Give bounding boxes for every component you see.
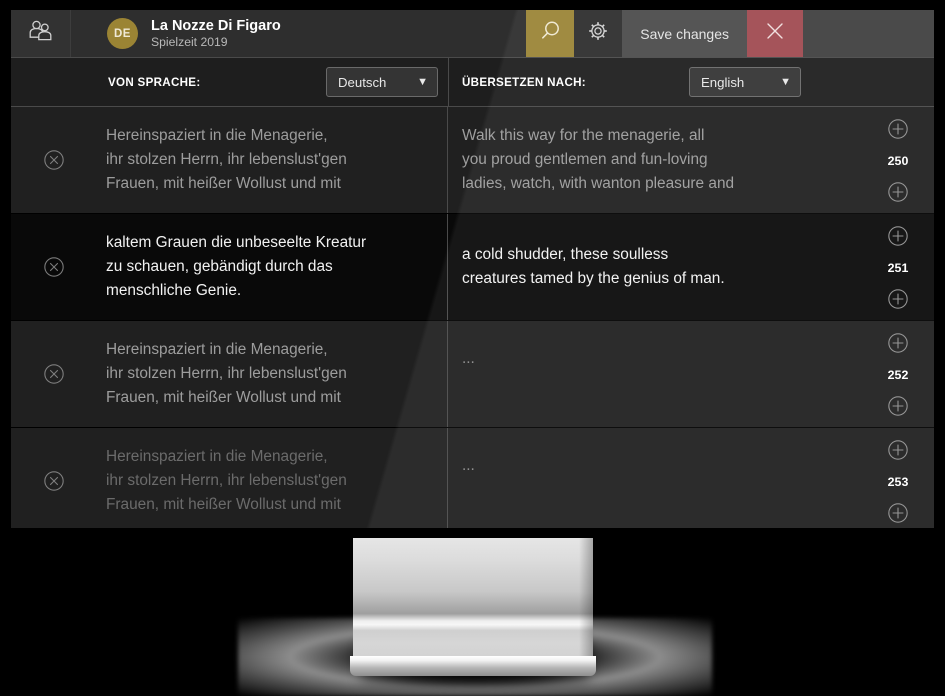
- close-button[interactable]: [747, 10, 803, 57]
- source-text: Hereinspaziert in die Menagerie, ihr stol…: [106, 127, 347, 192]
- save-button[interactable]: Save changes: [622, 10, 747, 57]
- add-row-above-button[interactable]: [887, 118, 909, 140]
- table-row[interactable]: Hereinspaziert in die Menagerie, ihr stol…: [11, 428, 934, 528]
- add-row-above-button[interactable]: [887, 439, 909, 461]
- users-icon: [28, 20, 54, 47]
- subtitle-row-list: Hereinspaziert in die Menagerie, ihr stol…: [11, 107, 934, 528]
- gear-icon: [586, 19, 610, 48]
- source-text-cell[interactable]: kaltem Grauen die unbeseelte Kreatur zu s…: [96, 214, 448, 320]
- users-button[interactable]: [11, 10, 71, 57]
- settings-button[interactable]: [574, 10, 623, 57]
- delete-row-button[interactable]: [11, 428, 96, 528]
- circle-x-icon: [43, 149, 65, 171]
- app-header: DE La Nozze Di Figaro Spielzeit 2019 Sav…: [11, 10, 934, 58]
- close-icon: [762, 18, 788, 49]
- language-bar: VON SPRACHE: Deutsch ▼ ÜBERSETZEN NACH: …: [11, 58, 934, 107]
- target-language-value: English: [701, 74, 745, 90]
- source-language-group: VON SPRACHE: Deutsch ▼: [11, 58, 448, 106]
- source-language-value: Deutsch: [338, 74, 387, 90]
- delete-row-button[interactable]: [11, 214, 96, 320]
- add-row-above-button[interactable]: [887, 225, 909, 247]
- target-text: a cold shudder, these soulless creatures …: [462, 246, 725, 287]
- row-tools: 251: [862, 214, 934, 320]
- stand-body: [353, 538, 593, 660]
- screenshot-stage: DE La Nozze Di Figaro Spielzeit 2019 Sav…: [0, 0, 945, 696]
- source-text-cell[interactable]: Hereinspaziert in die Menagerie, ihr stol…: [96, 428, 448, 528]
- circle-x-icon: [43, 363, 65, 385]
- target-text: Walk this way for the menagerie, all you …: [462, 127, 735, 192]
- chevron-down-icon: ▼: [780, 76, 791, 88]
- search-icon: [538, 19, 562, 48]
- target-text-cell[interactable]: Walk this way for the menagerie, all you …: [448, 107, 862, 213]
- title-text-group: La Nozze Di Figaro Spielzeit 2019: [151, 18, 281, 50]
- target-language-label: ÜBERSETZEN NACH:: [462, 75, 586, 89]
- target-text-cell[interactable]: a cold shudder, these soulless creatures …: [448, 214, 862, 320]
- add-row-below-button[interactable]: [887, 181, 909, 203]
- table-row[interactable]: Hereinspaziert in die Menagerie, ihr stol…: [11, 321, 934, 428]
- row-tools: 252: [862, 321, 934, 427]
- source-text-cell[interactable]: Hereinspaziert in die Menagerie, ihr stol…: [96, 107, 448, 213]
- row-number: 250: [887, 153, 909, 168]
- avatar: DE: [107, 18, 138, 49]
- chevron-down-icon: ▼: [417, 76, 428, 88]
- target-language-select[interactable]: English ▼: [689, 67, 801, 97]
- target-text-cell[interactable]: ...: [448, 428, 862, 528]
- table-row[interactable]: kaltem Grauen die unbeseelte Kreatur zu s…: [11, 214, 934, 321]
- source-text: Hereinspaziert in die Menagerie, ihr stol…: [106, 448, 347, 513]
- circle-x-icon: [43, 470, 65, 492]
- circle-x-icon: [43, 256, 65, 278]
- row-tools: 250: [862, 107, 934, 213]
- target-text-cell[interactable]: ...: [448, 321, 862, 427]
- row-number: 252: [887, 367, 909, 382]
- source-language-label: VON SPRACHE:: [108, 75, 201, 89]
- target-language-group: ÜBERSETZEN NACH: English ▼: [448, 58, 934, 106]
- add-row-below-button[interactable]: [887, 395, 909, 417]
- save-button-label: Save changes: [640, 25, 729, 42]
- table-row[interactable]: Hereinspaziert in die Menagerie, ihr stol…: [11, 107, 934, 214]
- search-button[interactable]: [526, 10, 575, 57]
- target-text: ...: [462, 350, 475, 367]
- target-text: ...: [462, 457, 475, 474]
- app-window: DE La Nozze Di Figaro Spielzeit 2019 Sav…: [11, 10, 934, 528]
- add-row-below-button[interactable]: [887, 288, 909, 310]
- title-block: DE La Nozze Di Figaro Spielzeit 2019: [71, 10, 527, 57]
- add-row-below-button[interactable]: [887, 502, 909, 524]
- device-stand: [350, 538, 596, 680]
- stand-foot: [350, 656, 596, 676]
- header-spacer: [803, 10, 934, 57]
- source-text-cell[interactable]: Hereinspaziert in die Menagerie, ihr stol…: [96, 321, 448, 427]
- row-tools: 253: [862, 428, 934, 528]
- row-number: 251: [887, 260, 909, 275]
- page-subtitle: Spielzeit 2019: [151, 34, 228, 49]
- source-language-select[interactable]: Deutsch ▼: [326, 67, 438, 97]
- page-title: La Nozze Di Figaro: [151, 17, 281, 34]
- delete-row-button[interactable]: [11, 107, 96, 213]
- delete-row-button[interactable]: [11, 321, 96, 427]
- header-actions: Save changes: [526, 10, 934, 57]
- source-text: kaltem Grauen die unbeseelte Kreatur zu s…: [106, 234, 367, 299]
- row-number: 253: [887, 474, 909, 489]
- add-row-above-button[interactable]: [887, 332, 909, 354]
- source-text: Hereinspaziert in die Menagerie, ihr stol…: [106, 341, 347, 406]
